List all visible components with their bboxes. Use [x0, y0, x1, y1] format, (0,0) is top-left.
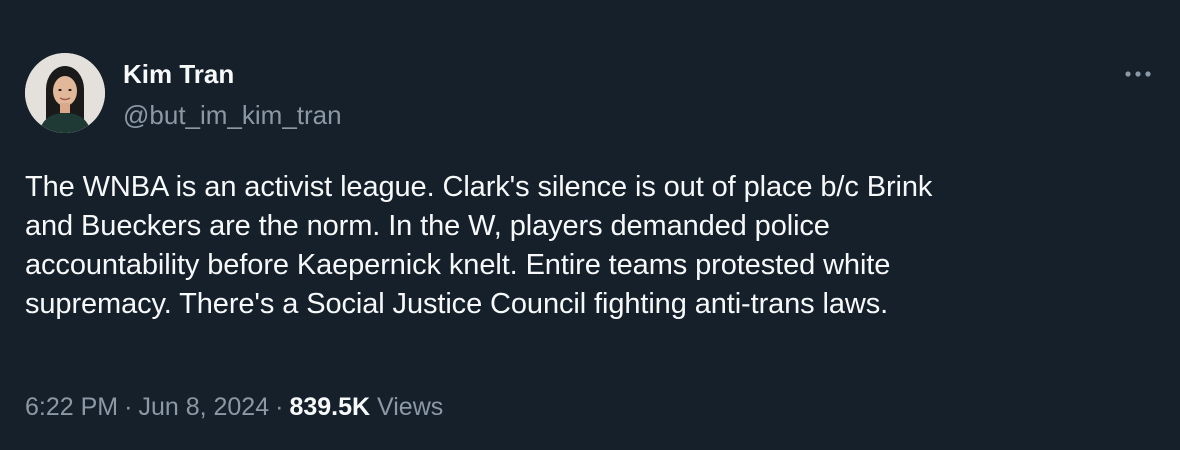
- tweet-text: The WNBA is an activist league. Clark's …: [25, 168, 1135, 324]
- author-name[interactable]: Kim Tran: [123, 57, 234, 91]
- tweet-timestamp[interactable]: 6:22 PM · Jun 8, 2024: [25, 393, 269, 421]
- avatar-photo: [25, 53, 105, 133]
- tweet-text-line: supremacy. There's a Social Justice Coun…: [25, 288, 889, 320]
- meta-separator: ·: [275, 393, 284, 421]
- more-options-button[interactable]: [1120, 62, 1156, 86]
- tweet-meta: 6:22 PM · Jun 8, 2024 · 839.5K Views: [25, 390, 443, 424]
- avatar[interactable]: [25, 53, 105, 133]
- views-count: 839.5K: [289, 393, 371, 421]
- tweet-card: Kim Tran @but_im_kim_tran The WNBA is an…: [0, 0, 1180, 450]
- tweet-text-line: The WNBA is an activist league. Clark's …: [25, 171, 933, 203]
- tweet-text-line: and Bueckers are the norm. In the W, pla…: [25, 210, 830, 242]
- tweet-date: Jun 8, 2024: [138, 393, 270, 421]
- views-label: Views: [377, 393, 444, 421]
- tweet-time: 6:22 PM: [25, 393, 119, 421]
- more-horizontal-icon: [1125, 71, 1151, 77]
- tweet-text-line: accountability before Kaepernick knelt. …: [25, 249, 891, 281]
- author-handle[interactable]: @but_im_kim_tran: [123, 98, 342, 132]
- meta-separator: ·: [124, 393, 133, 421]
